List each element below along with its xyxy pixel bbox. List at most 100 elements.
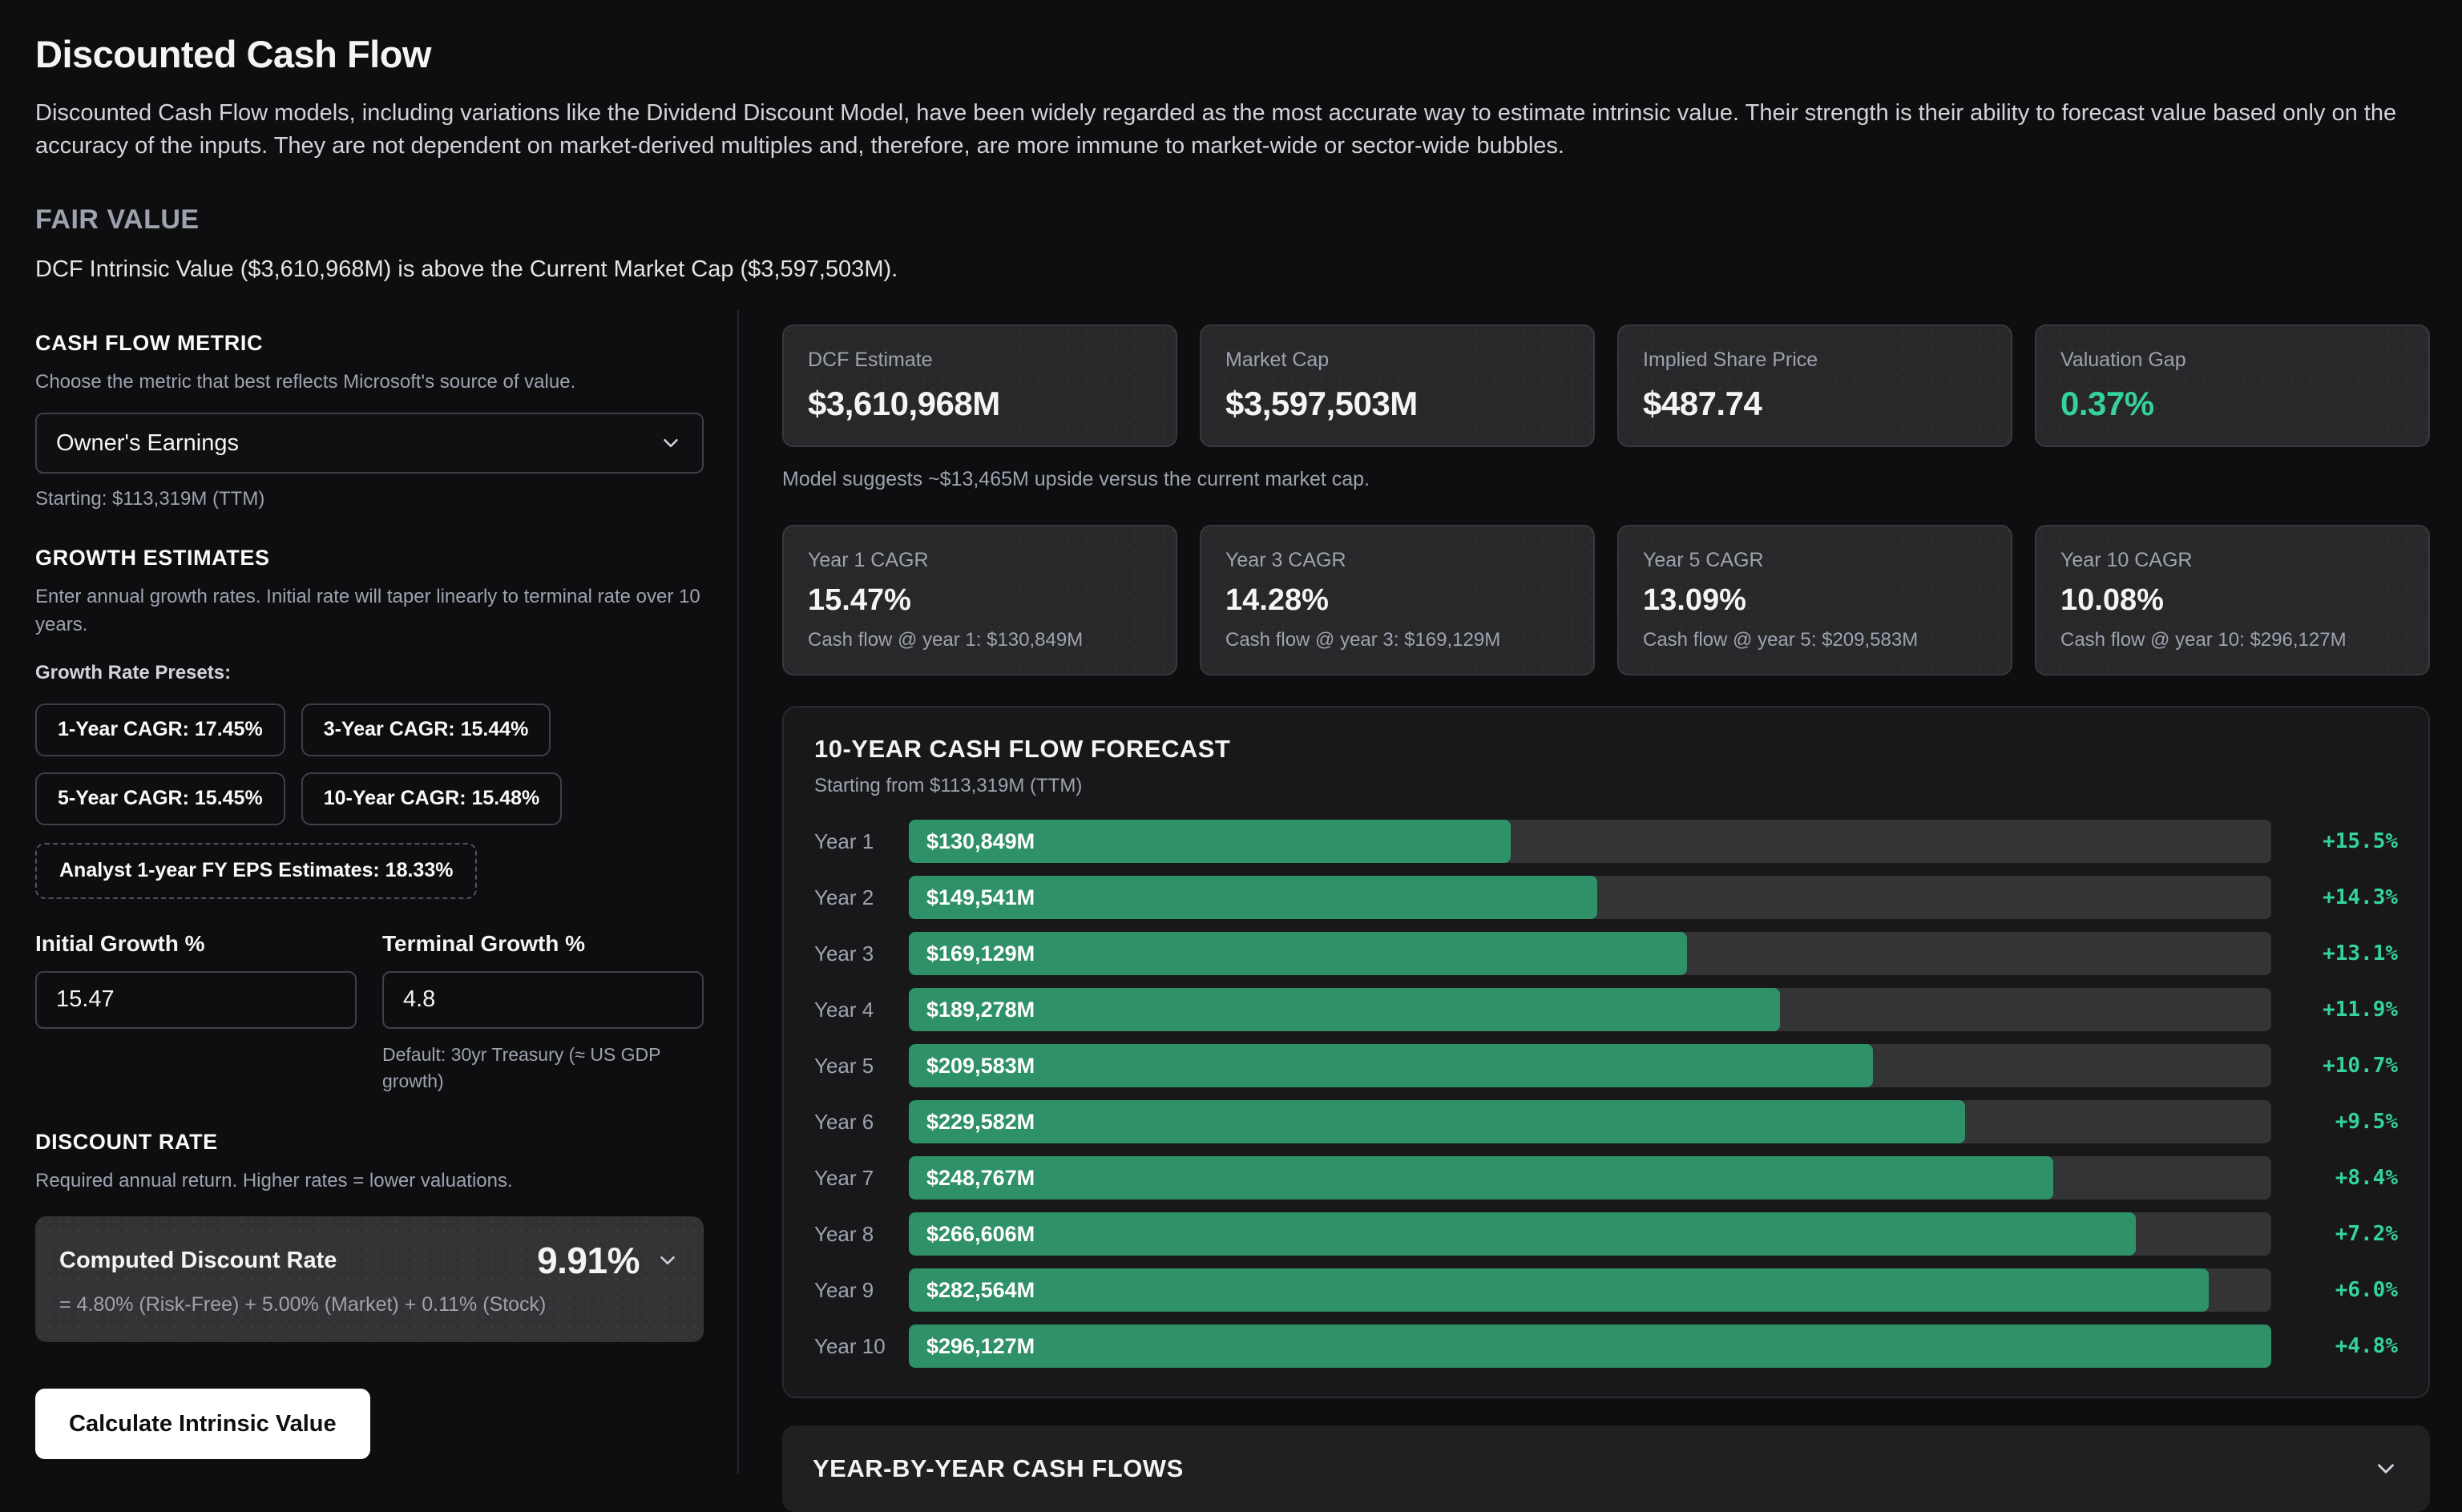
cagr-stat-card: Year 10 CAGR10.08%Cash flow @ year 10: $… [2035,525,2430,675]
summary-stat-card: Valuation Gap0.37% [2035,325,2430,447]
bar-value-label: $296,127M [909,1334,1035,1359]
cash-flow-metric-description: Choose the metric that best reflects Mic… [35,369,704,397]
bar-category-label: Year 5 [814,1054,909,1079]
cagr-card-label: Year 5 CAGR [1643,549,1987,572]
upside-note: Model suggests ~$13,465M upside versus t… [782,468,2430,491]
bar-track: $296,127M [909,1325,2271,1368]
bar-fill: $248,767M [909,1156,2053,1200]
year-by-year-heading: YEAR-BY-YEAR CASH FLOWS [813,1454,1184,1483]
chevron-down-icon [659,431,683,455]
discount-rate-formula: = 4.80% (Risk-Free) + 5.00% (Market) + 0… [59,1293,680,1316]
main-content: CASH FLOW METRIC Choose the metric that … [35,310,2430,1474]
computed-discount-rate-value: 9.91% [537,1239,640,1282]
initial-growth-input[interactable] [35,971,357,1029]
bar-category-label: Year 2 [814,885,909,910]
discount-rate-description: Required annual return. Higher rates = l… [35,1167,704,1195]
growth-estimates-heading: GROWTH ESTIMATES [35,546,704,571]
bar-fill: $130,849M [909,820,1511,863]
bar-row: Year 7$248,767M+8.4% [814,1156,2398,1200]
initial-growth-label: Initial Growth % [35,931,357,957]
cagr-stat-card: Year 5 CAGR13.09%Cash flow @ year 5: $20… [1617,525,2012,675]
page-header: Discounted Cash Flow Discounted Cash Flo… [35,32,2430,283]
bar-value-label: $248,767M [909,1166,1035,1191]
cagr-stat-card: Year 3 CAGR14.28%Cash flow @ year 3: $16… [1200,525,1595,675]
analyst-eps-preset-button[interactable]: Analyst 1-year FY EPS Estimates: 18.33% [35,843,477,899]
bar-row: Year 4$189,278M+11.9% [814,988,2398,1031]
bar-fill: $189,278M [909,988,1780,1031]
bar-fill: $229,582M [909,1100,1965,1143]
growth-preset-button[interactable]: 3-Year CAGR: 15.44% [301,704,551,756]
bar-fill: $282,564M [909,1268,2209,1312]
stat-card-label: DCF Estimate [808,349,1152,372]
bar-category-label: Year 1 [814,829,909,854]
growth-presets-label: Growth Rate Presets: [35,662,704,684]
bar-value-label: $149,541M [909,885,1035,910]
terminal-growth-input[interactable] [382,971,704,1029]
computed-discount-rate-card[interactable]: Computed Discount Rate 9.91% = 4.80% (Ri… [35,1216,704,1342]
growth-preset-button[interactable]: 10-Year CAGR: 15.48% [301,772,563,825]
bar-track: $229,582M [909,1100,2271,1143]
chevron-down-icon [656,1248,680,1272]
bar-category-label: Year 3 [814,941,909,966]
bar-value-label: $266,606M [909,1222,1035,1247]
bar-value-label: $169,129M [909,941,1035,966]
cagr-card-label: Year 3 CAGR [1225,549,1569,572]
bar-category-label: Year 10 [814,1334,909,1359]
cagr-stat-card: Year 1 CAGR15.47%Cash flow @ year 1: $13… [782,525,1177,675]
bar-row: Year 2$149,541M+14.3% [814,876,2398,919]
bar-growth-label: +6.0% [2271,1278,2398,1302]
bar-category-label: Year 6 [814,1110,909,1135]
terminal-growth-group: Terminal Growth % Default: 30yr Treasury… [382,931,704,1095]
cagr-card-detail: Cash flow @ year 1: $130,849M [808,629,1152,651]
results-panel: DCF Estimate $3,610,968M Market Cap$3,597,… [739,310,2430,1474]
bar-row: Year 9$282,564M+6.0% [814,1268,2398,1312]
terminal-growth-hint: Default: 30yr Treasury (≈ US GDP growth) [382,1042,704,1095]
calculate-intrinsic-value-button[interactable]: Calculate Intrinsic Value [35,1389,370,1459]
bar-row: Year 3$169,129M +13.1% [814,932,2398,975]
bar-track: $266,606M [909,1212,2271,1256]
growth-estimates-description: Enter annual growth rates. Initial rate … [35,583,704,639]
bar-value-label: $189,278M [909,998,1035,1022]
stat-card-value: $3,597,503M [1225,385,1569,423]
bar-category-label: Year 8 [814,1222,909,1247]
bar-track: $130,849M [909,820,2271,863]
stat-card-value: $3,610,968M [808,385,1152,423]
cagr-card-label: Year 10 CAGR [2060,549,2404,572]
bar-growth-label: +13.1% [2271,941,2398,966]
cash-flow-metric-heading: CASH FLOW METRIC [35,331,704,356]
computed-discount-rate-row: Computed Discount Rate 9.91% [59,1239,680,1282]
growth-preset-button[interactable]: 5-Year CAGR: 15.45% [35,772,285,825]
year-by-year-toggle[interactable]: YEAR-BY-YEAR CASH FLOWS [782,1425,2430,1512]
stat-card-value: $487.74 [1643,385,1987,423]
bar-row: Year 6$229,582M+9.5% [814,1100,2398,1143]
bar-fill: $296,127M [909,1325,2271,1368]
bar-value-label: $209,583M [909,1054,1035,1079]
bar-row: Year 8$266,606M +7.2% [814,1212,2398,1256]
growth-inputs-row: Initial Growth % Terminal Growth % Defau… [35,931,704,1095]
bar-growth-label: +10.7% [2271,1054,2398,1078]
stat-card-label: Valuation Gap [2060,349,2404,372]
cagr-card-value: 10.08% [2060,583,2404,618]
bar-fill: $209,583M [909,1044,1873,1087]
forecast-subtitle: Starting from $113,319M (TTM) [814,775,2398,797]
page-title: Discounted Cash Flow [35,32,2430,76]
bar-value-label: $229,582M [909,1110,1035,1135]
bar-value-label: $282,564M [909,1278,1035,1303]
summary-stat-card: Market Cap$3,597,503M [1200,325,1595,447]
bar-growth-label: +7.2% [2271,1222,2398,1246]
bar-category-label: Year 4 [814,998,909,1022]
model-inputs-sidebar: CASH FLOW METRIC Choose the metric that … [35,310,739,1474]
bar-track: $282,564M [909,1268,2271,1312]
stat-card-label: Implied Share Price [1643,349,1987,372]
bar-track: $209,583M [909,1044,2271,1087]
cagr-card-detail: Cash flow @ year 5: $209,583M [1643,629,1987,651]
bar-track: $189,278M [909,988,2271,1031]
cagr-card-value: 14.28% [1225,583,1569,618]
cash-flow-metric-select[interactable]: Owner's Earnings [35,413,704,474]
bar-row: Year 10$296,127M+4.8% [814,1325,2398,1368]
bar-growth-label: +8.4% [2271,1166,2398,1190]
bar-track: $149,541M [909,876,2271,919]
page-description: Discounted Cash Flow models, including v… [35,97,2424,163]
growth-preset-button[interactable]: 1-Year CAGR: 17.45% [35,704,285,756]
discount-rate-heading: DISCOUNT RATE [35,1130,704,1155]
